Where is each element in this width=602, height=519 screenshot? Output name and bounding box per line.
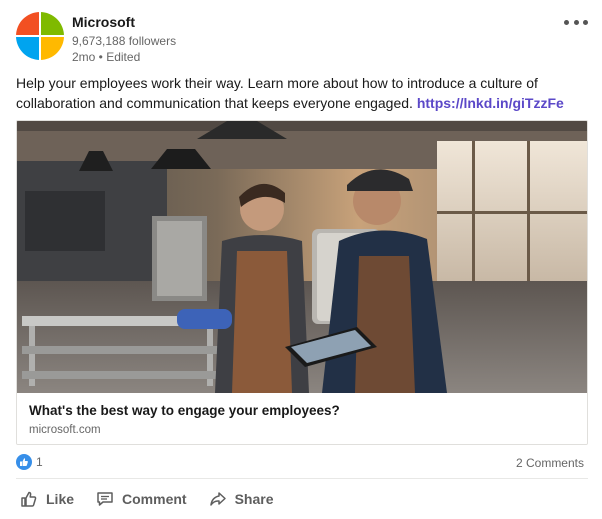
comment-count[interactable]: 2 Comments — [516, 456, 584, 470]
logo-red-square — [16, 12, 39, 35]
logo-green-square — [41, 12, 64, 35]
author-block: Microsoft 9,673,188 followers 2mo • Edit… — [72, 13, 176, 65]
kitchen-photo — [17, 121, 587, 393]
logo-yellow-square — [41, 37, 64, 60]
comment-icon — [97, 492, 113, 506]
more-options-button[interactable] — [564, 14, 588, 30]
author-name[interactable]: Microsoft — [72, 13, 176, 31]
social-actions: Like Comment Share — [16, 484, 278, 514]
article-source: microsoft.com — [29, 424, 101, 436]
more-dots-icon — [573, 19, 579, 25]
thumbs-up-glyph — [20, 458, 28, 466]
more-dots-icon — [583, 19, 588, 25]
article-preview[interactable]: What's the best way to engage your emplo… — [16, 120, 588, 445]
logo-blue-square — [16, 37, 39, 60]
action-divider — [16, 478, 588, 479]
post-text: Help your employees work their way. Lear… — [16, 73, 588, 113]
social-counts: 1 2 Comments — [16, 452, 588, 472]
share-label: Share — [234, 491, 274, 507]
follower-count: 9,673,188 followers — [72, 34, 177, 48]
feed-post-card: Microsoft 9,673,188 followers 2mo • Edit… — [0, 0, 602, 519]
post-link[interactable]: https://lnkd.in/giTzzFe — [417, 95, 564, 111]
post-header: Microsoft 9,673,188 followers 2mo • Edit… — [16, 12, 588, 64]
article-image — [17, 121, 587, 393]
more-dots-icon — [564, 19, 569, 25]
article-title[interactable]: What's the best way to engage your emplo… — [29, 403, 340, 418]
like-label: Like — [46, 491, 75, 507]
share-arrow-icon — [209, 492, 226, 506]
comment-label: Comment — [122, 491, 187, 507]
comment-button[interactable]: Comment — [92, 484, 191, 514]
microsoft-logo[interactable] — [16, 12, 64, 60]
post-meta: 2mo • Edited — [72, 50, 141, 64]
share-button[interactable]: Share — [205, 484, 278, 514]
like-button[interactable]: Like — [16, 484, 78, 514]
thumbs-up-outline-icon — [21, 491, 37, 507]
thumbs-up-icon[interactable] — [16, 454, 32, 470]
reaction-count[interactable]: 1 — [36, 455, 43, 469]
article-info: What's the best way to engage your emplo… — [17, 393, 587, 444]
